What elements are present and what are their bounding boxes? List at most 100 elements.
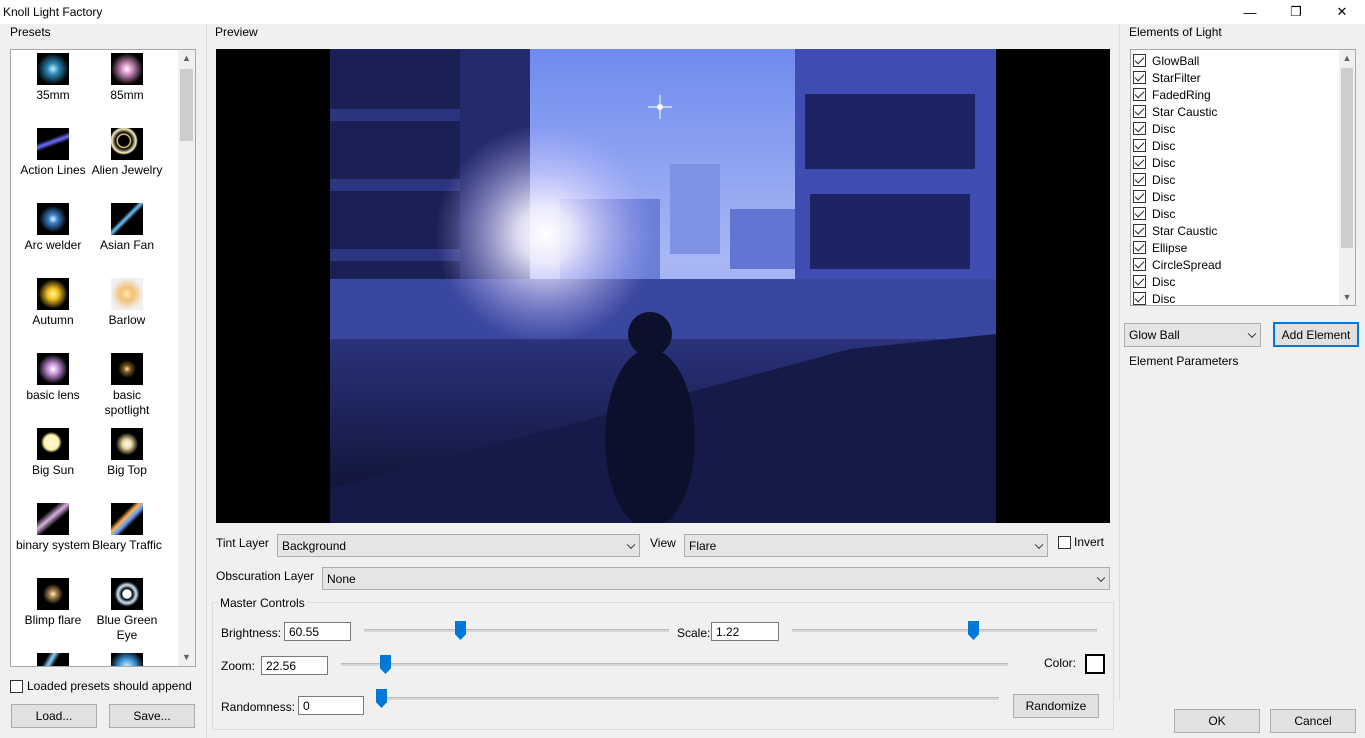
preset-item[interactable]: Arc welder <box>15 203 91 253</box>
element-type-select[interactable]: Glow Ball <box>1124 323 1261 347</box>
preview-area[interactable] <box>216 49 1110 523</box>
scroll-up-icon[interactable]: ▲ <box>178 50 195 67</box>
element-row[interactable]: CircleSpread <box>1133 256 1221 273</box>
element-row[interactable]: StarFilter <box>1133 69 1201 86</box>
preset-item[interactable]: Bleary Traffic <box>89 503 165 553</box>
view-select[interactable]: Flare <box>684 534 1048 557</box>
randomness-input[interactable]: 0 <box>298 696 364 715</box>
preset-item[interactable]: Autumn <box>15 278 91 328</box>
element-row[interactable]: Disc <box>1133 290 1175 305</box>
element-row[interactable]: Disc <box>1133 120 1175 137</box>
preset-label: Asian Fan <box>99 238 155 252</box>
preset-item[interactable]: binary system <box>15 503 91 553</box>
element-row[interactable]: FadedRing <box>1133 86 1211 103</box>
element-checkbox[interactable] <box>1133 173 1146 186</box>
zoom-slider[interactable] <box>341 655 1008 675</box>
scroll-up-icon[interactable]: ▲ <box>1339 50 1355 66</box>
element-row[interactable]: Disc <box>1133 188 1175 205</box>
element-row[interactable]: Star Caustic <box>1133 222 1217 239</box>
preset-item[interactable]: Big Top <box>89 428 165 478</box>
element-checkbox[interactable] <box>1133 258 1146 271</box>
append-checkbox[interactable] <box>10 679 23 693</box>
element-row[interactable]: Ellipse <box>1133 239 1187 256</box>
preset-item[interactable]: Action Lines <box>15 128 91 178</box>
preset-item[interactable]: basic lens <box>15 353 91 403</box>
element-row[interactable]: Disc <box>1133 154 1175 171</box>
save-button[interactable]: Save... <box>109 704 195 728</box>
element-checkbox[interactable] <box>1133 207 1146 220</box>
preset-item[interactable]: Barlow <box>89 278 165 328</box>
randomness-thumb[interactable] <box>376 689 387 708</box>
element-checkbox[interactable] <box>1133 190 1146 203</box>
preset-item[interactable]: Blue Green Eye <box>89 578 165 643</box>
element-checkbox[interactable] <box>1133 71 1146 84</box>
element-row[interactable]: Star Caustic <box>1133 103 1217 120</box>
element-checkbox[interactable] <box>1133 224 1146 237</box>
randomness-slider[interactable] <box>376 689 999 709</box>
restore-button[interactable]: ❐ <box>1273 0 1319 24</box>
tint-layer-select[interactable]: Background <box>277 534 640 557</box>
element-row[interactable]: Disc <box>1133 171 1175 188</box>
randomness-track <box>376 697 999 700</box>
element-checkbox[interactable] <box>1133 88 1146 101</box>
element-row[interactable]: Disc <box>1133 273 1175 290</box>
element-checkbox[interactable] <box>1133 105 1146 118</box>
color-swatch[interactable] <box>1085 654 1105 674</box>
preset-item[interactable]: Asian Fan <box>89 203 165 253</box>
invert-checkbox[interactable] <box>1058 535 1071 549</box>
element-row[interactable]: Disc <box>1133 205 1175 222</box>
element-checkbox[interactable] <box>1133 292 1146 305</box>
element-checkbox[interactable] <box>1133 156 1146 169</box>
presets-list[interactable]: 35mm 85mm Action Lines Alien Jewelry Arc wel… <box>10 49 196 667</box>
elements-list[interactable]: GlowBall StarFilter FadedRing Star Caustic D… <box>1130 49 1356 306</box>
window-title: Knoll Light Factory <box>3 5 103 19</box>
zoom-thumb[interactable] <box>380 655 391 674</box>
randomize-button[interactable]: Randomize <box>1013 694 1099 718</box>
load-button[interactable]: Load... <box>11 704 97 728</box>
scale-thumb[interactable] <box>968 621 979 640</box>
element-parameters-heading: Element Parameters <box>1129 354 1239 368</box>
preset-item[interactable]: basic spotlight <box>89 353 165 418</box>
element-label: Disc <box>1152 189 1176 204</box>
brightness-thumb[interactable] <box>455 621 466 640</box>
element-checkbox[interactable] <box>1133 139 1146 152</box>
presets-scrollbar[interactable]: ▲ ▼ <box>178 50 195 666</box>
preset-item[interactable]: Alien Jewelry <box>89 128 165 178</box>
element-checkbox[interactable] <box>1133 241 1146 254</box>
element-checkbox[interactable] <box>1133 54 1146 67</box>
preset-thumbnail <box>37 428 69 460</box>
element-row[interactable]: Disc <box>1133 137 1175 154</box>
obscuration-select[interactable]: None <box>322 567 1110 590</box>
preset-item[interactable]: 35mm <box>15 53 91 103</box>
preset-thumbnail <box>111 203 143 235</box>
element-label: Star Caustic <box>1152 223 1218 238</box>
preset-item[interactable]: Big Sun <box>15 428 91 478</box>
invert-checkbox-row[interactable]: Invert <box>1058 535 1104 549</box>
elements-scrollbar[interactable]: ▲ ▼ <box>1339 50 1355 305</box>
minimize-button[interactable]: — <box>1227 0 1273 24</box>
scroll-down-icon[interactable]: ▼ <box>1339 289 1355 305</box>
preset-item[interactable]: Blimp flare <box>15 578 91 628</box>
ok-button[interactable]: OK <box>1174 709 1260 733</box>
brightness-input[interactable]: 60.55 <box>284 622 351 641</box>
scroll-down-icon[interactable]: ▼ <box>178 649 195 666</box>
scale-slider[interactable] <box>792 621 1097 641</box>
element-checkbox[interactable] <box>1133 122 1146 135</box>
element-checkbox[interactable] <box>1133 275 1146 288</box>
cancel-button[interactable]: Cancel <box>1270 709 1356 733</box>
add-element-button[interactable]: Add Element <box>1273 322 1359 347</box>
preset-item[interactable]: 85mm <box>89 53 165 103</box>
close-icon: ✕ <box>1336 4 1348 19</box>
append-checkbox-row[interactable]: Loaded presets should append <box>10 679 192 693</box>
brightness-slider[interactable] <box>364 621 669 641</box>
elements-scroll-thumb[interactable] <box>1341 68 1353 248</box>
element-row[interactable]: GlowBall <box>1133 52 1199 69</box>
zoom-input[interactable]: 22.56 <box>261 656 328 675</box>
presets-scroll-thumb[interactable] <box>180 69 193 141</box>
close-button[interactable]: ✕ <box>1319 0 1365 24</box>
preset-label: Big Sun <box>31 463 75 477</box>
element-label: Disc <box>1152 172 1176 187</box>
view-value: Flare <box>689 538 717 553</box>
scale-input[interactable]: 1.22 <box>711 622 779 641</box>
element-label: GlowBall <box>1152 53 1200 68</box>
